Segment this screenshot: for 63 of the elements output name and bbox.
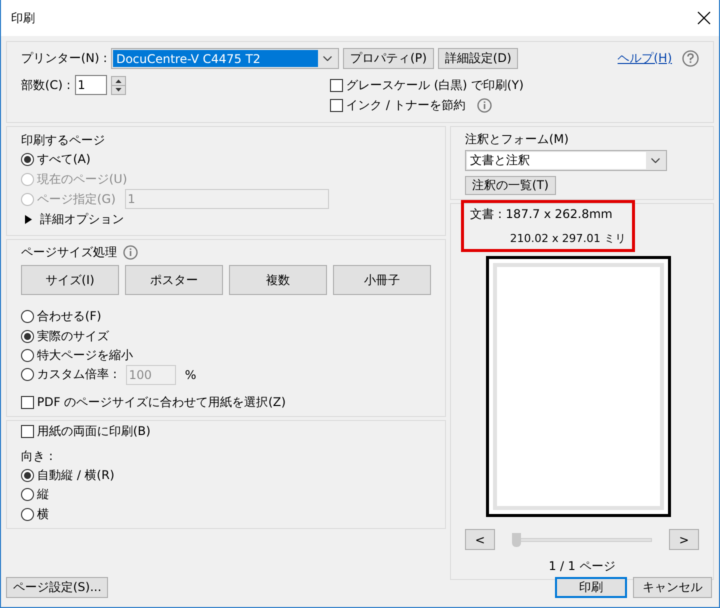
section-title: ページサイズ処理 [21,244,117,262]
mode-button[interactable]: 複数 [229,265,327,296]
slider-thumb[interactable] [512,532,521,546]
print-button[interactable]: 印刷 [555,576,627,598]
checkbox[interactable] [21,396,34,409]
mode-button[interactable]: 小冊子 [333,265,431,296]
checkbox-label: グレースケール (白黒) で印刷(Y) [346,76,524,94]
radio-button[interactable] [21,348,34,362]
page-count: 1 / 1 ページ [548,558,616,575]
option-label: 横 [37,506,49,523]
radio-button[interactable] [21,330,34,343]
unit-label: % [184,368,196,382]
help-link[interactable]: ヘルプ(H) [618,50,672,67]
document-size: 文書 : 187.7 x 262.8mm [470,206,614,223]
annotations-dropdown[interactable]: 文書と注釈 [465,150,667,171]
radio-button[interactable] [21,152,34,166]
page-setup-button[interactable]: ページ設定(S)... [6,576,108,598]
option-label: 自動縦 / 横(R) [37,466,114,484]
radio-button[interactable] [21,468,34,482]
checkbox-label: 用紙の両面に印刷(B) [37,423,151,440]
checkbox[interactable] [21,425,34,438]
caret-icon [323,56,332,61]
radio-button[interactable] [21,508,34,521]
checkbox-label: インク / トナーを節約 [346,96,466,114]
previous-page-button[interactable]: < [465,529,495,550]
field-label: プリンター(N) : [21,50,108,67]
printer-dropdown[interactable]: DocuCentre-V C4475 T2 [111,48,340,69]
info-icon [123,245,138,260]
option-label: カスタム倍率 : [37,366,117,384]
mode-button[interactable]: サイズ(I) [21,265,119,296]
checkbox-label: PDF のページサイズに合わせて用紙を選択(Z) [37,394,286,411]
checkbox[interactable] [330,98,343,112]
expander-label[interactable]: 詳細オプション [40,210,124,228]
window-title: 印刷 [11,10,35,26]
annotations-button[interactable]: 注釈の一覧(T) [465,176,556,195]
option-label: 縦 [37,486,49,504]
next-page-button[interactable]: > [669,529,699,550]
help-icon[interactable] [682,50,699,67]
paper-size: 210.02 x 297.01 ミリ [510,231,626,246]
close-icon[interactable] [697,11,711,25]
radio-button[interactable] [21,368,34,382]
checkbox[interactable] [330,78,343,92]
expand-arrow-icon[interactable] [25,214,32,224]
radio-button[interactable] [21,310,34,324]
caret-icon [651,158,660,163]
field-label: 注釈とフォーム(M) [465,131,570,148]
spinner-icon[interactable] [110,76,126,94]
section-title: 印刷するページ [21,132,106,148]
option-label: 実際のサイズ [37,328,109,345]
mode-button[interactable]: ポスター [125,265,223,296]
toolbar-button[interactable]: 詳細設定(D) [438,48,518,69]
radio-button[interactable] [21,488,34,502]
option-label: 特大ページを縮小 [37,346,133,364]
cancel-button[interactable]: キャンセル [633,576,712,598]
option-label: すべて(A) [37,150,91,168]
section-title: 向き : [21,448,54,465]
toolbar-button[interactable]: プロパティ(P) [343,48,434,69]
option-label: 合わせる(F) [37,308,102,326]
option-label: ページ指定(G) [37,190,116,208]
field-label: 部数(C) : [21,76,71,94]
page-slider[interactable] [512,532,652,546]
copies-field[interactable]: 1 [74,75,107,95]
option-label: 現在のページ(U) [37,170,128,188]
